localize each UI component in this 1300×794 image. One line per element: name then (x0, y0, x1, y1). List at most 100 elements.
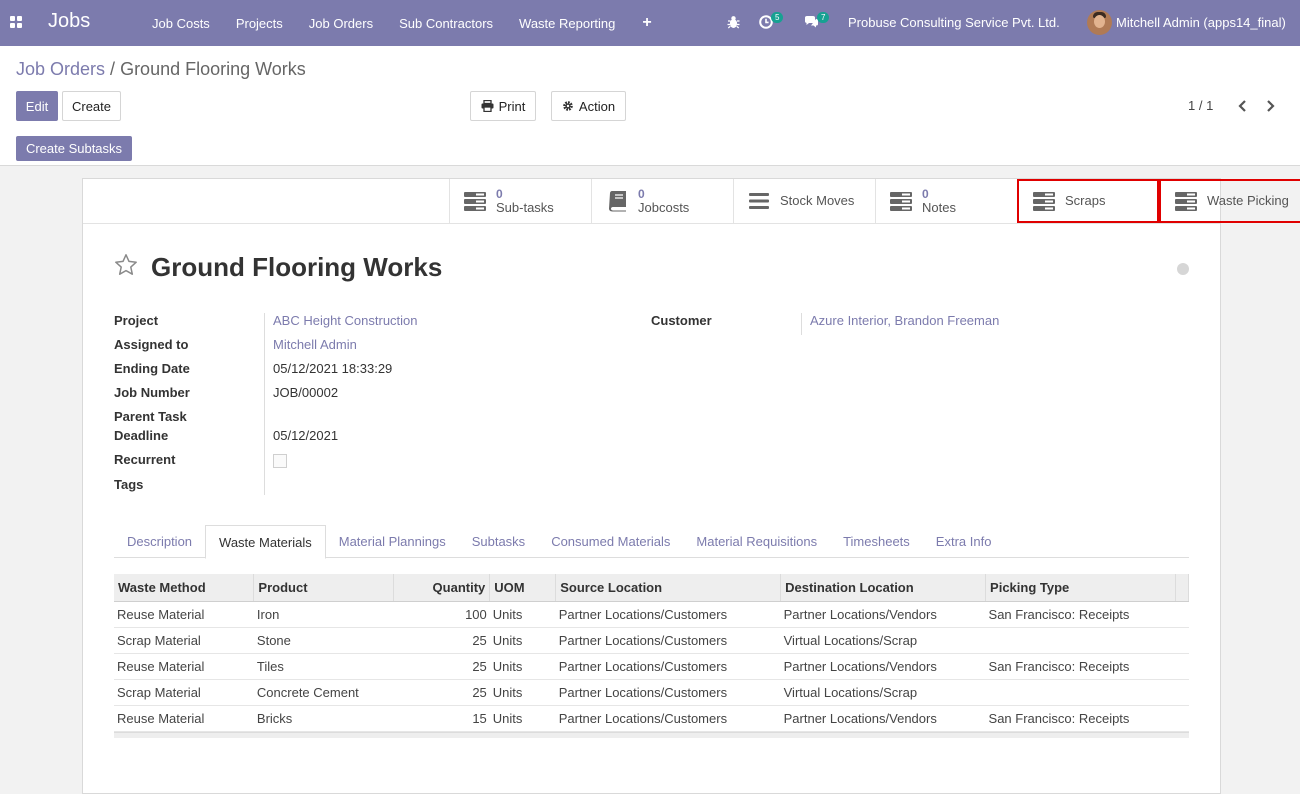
table-cell: Units (489, 679, 556, 706)
tab-material-plannings[interactable]: Material Plannings (326, 525, 459, 558)
notes-label: Notes (922, 200, 956, 215)
table-cell-spacer (1175, 601, 1189, 628)
menu-item-waste-reporting[interactable]: Waste Reporting (506, 16, 628, 31)
action-button[interactable]: Action (551, 91, 626, 121)
breadcrumb: Job Orders / Ground Flooring Works (16, 59, 306, 80)
user-avatar[interactable] (1087, 10, 1112, 35)
tab-waste-materials[interactable]: Waste Materials (205, 525, 326, 559)
subtasks-label: Sub-tasks (496, 200, 554, 215)
user-menu[interactable]: Mitchell Admin (apps14_final) (1116, 15, 1286, 30)
gear-icon (563, 101, 573, 111)
menu-item-projects[interactable]: Projects (223, 16, 296, 31)
tab-consumed-materials[interactable]: Consumed Materials (538, 525, 683, 558)
tasks-icon (464, 192, 486, 211)
scraps-smart-button[interactable]: Scraps (1017, 179, 1159, 223)
column-header[interactable]: Product (253, 574, 395, 602)
star-icon[interactable] (114, 253, 138, 277)
table-cell: Units (489, 705, 556, 732)
notebook-tabs: Description Waste Materials Material Pla… (114, 525, 1189, 559)
table-cell: Partner Locations/Customers (555, 679, 781, 706)
messages-badge: 7 (817, 12, 830, 23)
customer-field[interactable]: Azure Interior, Brandon Freeman (810, 313, 999, 328)
column-header-spacer (1175, 574, 1190, 602)
action-label: Action (578, 98, 616, 114)
table-cell: 15 (393, 705, 490, 732)
table-cell: Partner Locations/Vendors (780, 601, 986, 628)
project-field[interactable]: ABC Height Construction (273, 313, 418, 328)
notes-smart-button[interactable]: 0 Notes (875, 179, 1017, 223)
table-cell: Units (489, 627, 556, 654)
table-row[interactable]: Reuse Material Iron 100 Units Partner Locati… (114, 601, 1189, 628)
edit-button[interactable]: Edit (16, 91, 58, 121)
waste-picking-label: Waste Picking (1207, 193, 1289, 208)
column-header[interactable]: Waste Method (114, 574, 255, 602)
tasks-icon (890, 192, 912, 211)
tab-timesheets[interactable]: Timesheets (830, 525, 923, 558)
tags-label: Tags (114, 477, 144, 492)
column-header[interactable]: Destination Location (780, 574, 987, 602)
top-navbar: Jobs Job Costs Projects Job Orders Sub C… (0, 0, 1300, 46)
menu-item-job-orders[interactable]: Job Orders (296, 16, 386, 31)
recurrent-checkbox[interactable] (273, 454, 287, 468)
column-header[interactable]: UOM (489, 574, 557, 602)
subtasks-count: 0 (496, 187, 503, 201)
deadline-field[interactable]: 05/12/2021 (273, 428, 338, 443)
company-switcher[interactable]: Probuse Consulting Service Pvt. Ltd. (848, 15, 1060, 30)
table-row[interactable]: Scrap Material Stone 25 Units Partner Locati… (114, 627, 1189, 654)
assigned-to-field[interactable]: Mitchell Admin (273, 337, 357, 352)
jobcosts-smart-button[interactable]: 0 Jobcosts (591, 179, 733, 223)
tab-material-requisitions[interactable]: Material Requisitions (683, 525, 830, 558)
chevron-right-icon[interactable] (1263, 99, 1277, 113)
ending-date-field[interactable]: 05/12/2021 18:33:29 (273, 361, 392, 376)
column-header[interactable]: Source Location (555, 574, 782, 602)
kanban-state-indicator[interactable] (1177, 263, 1189, 275)
bug-icon[interactable] (727, 15, 740, 29)
activity-badge: 5 (771, 12, 784, 23)
tab-extra-info[interactable]: Extra Info (923, 525, 1005, 558)
record-title[interactable]: Ground Flooring Works (151, 252, 442, 283)
table-row[interactable]: Reuse Material Bricks 15 Units Partner Locat… (114, 705, 1189, 732)
menu-item-sub-contractors[interactable]: Sub Contractors (386, 16, 506, 31)
scraps-label: Scraps (1065, 193, 1106, 208)
subtasks-smart-button[interactable]: 0 Sub-tasks (449, 179, 591, 223)
customer-divider (801, 313, 802, 335)
create-subtasks-button[interactable]: Create Subtasks (16, 136, 132, 161)
job-number-field[interactable]: JOB/00002 (273, 385, 338, 400)
label-divider (264, 313, 265, 495)
table-cell: Partner Locations/Customers (555, 705, 781, 732)
print-button[interactable]: Print (470, 91, 536, 121)
plus-icon[interactable]: + (628, 14, 665, 32)
table-cell: Reuse Material (114, 705, 254, 732)
pager-value[interactable]: 1 / 1 (1188, 98, 1213, 113)
waste-materials-table: Waste Method Product Quantity UOM Source… (114, 574, 1190, 732)
table-cell (985, 627, 1176, 654)
table-cell: Virtual Locations/Scrap (780, 679, 986, 706)
table-cell: Tiles (253, 653, 394, 680)
table-row[interactable]: Reuse Material Tiles 25 Units Partner Locati… (114, 653, 1189, 680)
table-cell: Units (489, 601, 556, 628)
waste-picking-smart-button[interactable]: Waste Picking (1159, 179, 1300, 223)
column-header[interactable]: Picking Type (985, 574, 1176, 602)
tasks-icon (1175, 192, 1197, 211)
breadcrumb-separator: / (110, 59, 116, 79)
table-row[interactable]: Scrap Material Concrete Cement 25 Units Part… (114, 679, 1189, 706)
main-menu: Job Costs Projects Job Orders Sub Contra… (139, 0, 666, 46)
breadcrumb-parent[interactable]: Job Orders (16, 59, 105, 79)
table-cell-spacer (1175, 627, 1189, 654)
tasks-icon (1033, 192, 1055, 211)
column-header[interactable]: Quantity (393, 574, 491, 602)
tab-subtasks[interactable]: Subtasks (459, 525, 538, 558)
tab-description[interactable]: Description (114, 525, 205, 558)
menu-item-job-costs[interactable]: Job Costs (139, 16, 223, 31)
chevron-left-icon[interactable] (1236, 99, 1250, 113)
table-cell-spacer (1175, 653, 1189, 680)
table-cell: 100 (393, 601, 490, 628)
create-button[interactable]: Create (62, 91, 121, 121)
jobcosts-label: Jobcosts (638, 200, 690, 215)
table-cell: 25 (393, 679, 490, 706)
table-cell: 25 (393, 653, 490, 680)
app-brand[interactable]: Jobs (48, 10, 90, 33)
notes-count: 0 (922, 187, 929, 201)
apps-menu-icon[interactable] (10, 16, 23, 29)
stock-moves-smart-button[interactable]: Stock Moves (733, 179, 875, 223)
